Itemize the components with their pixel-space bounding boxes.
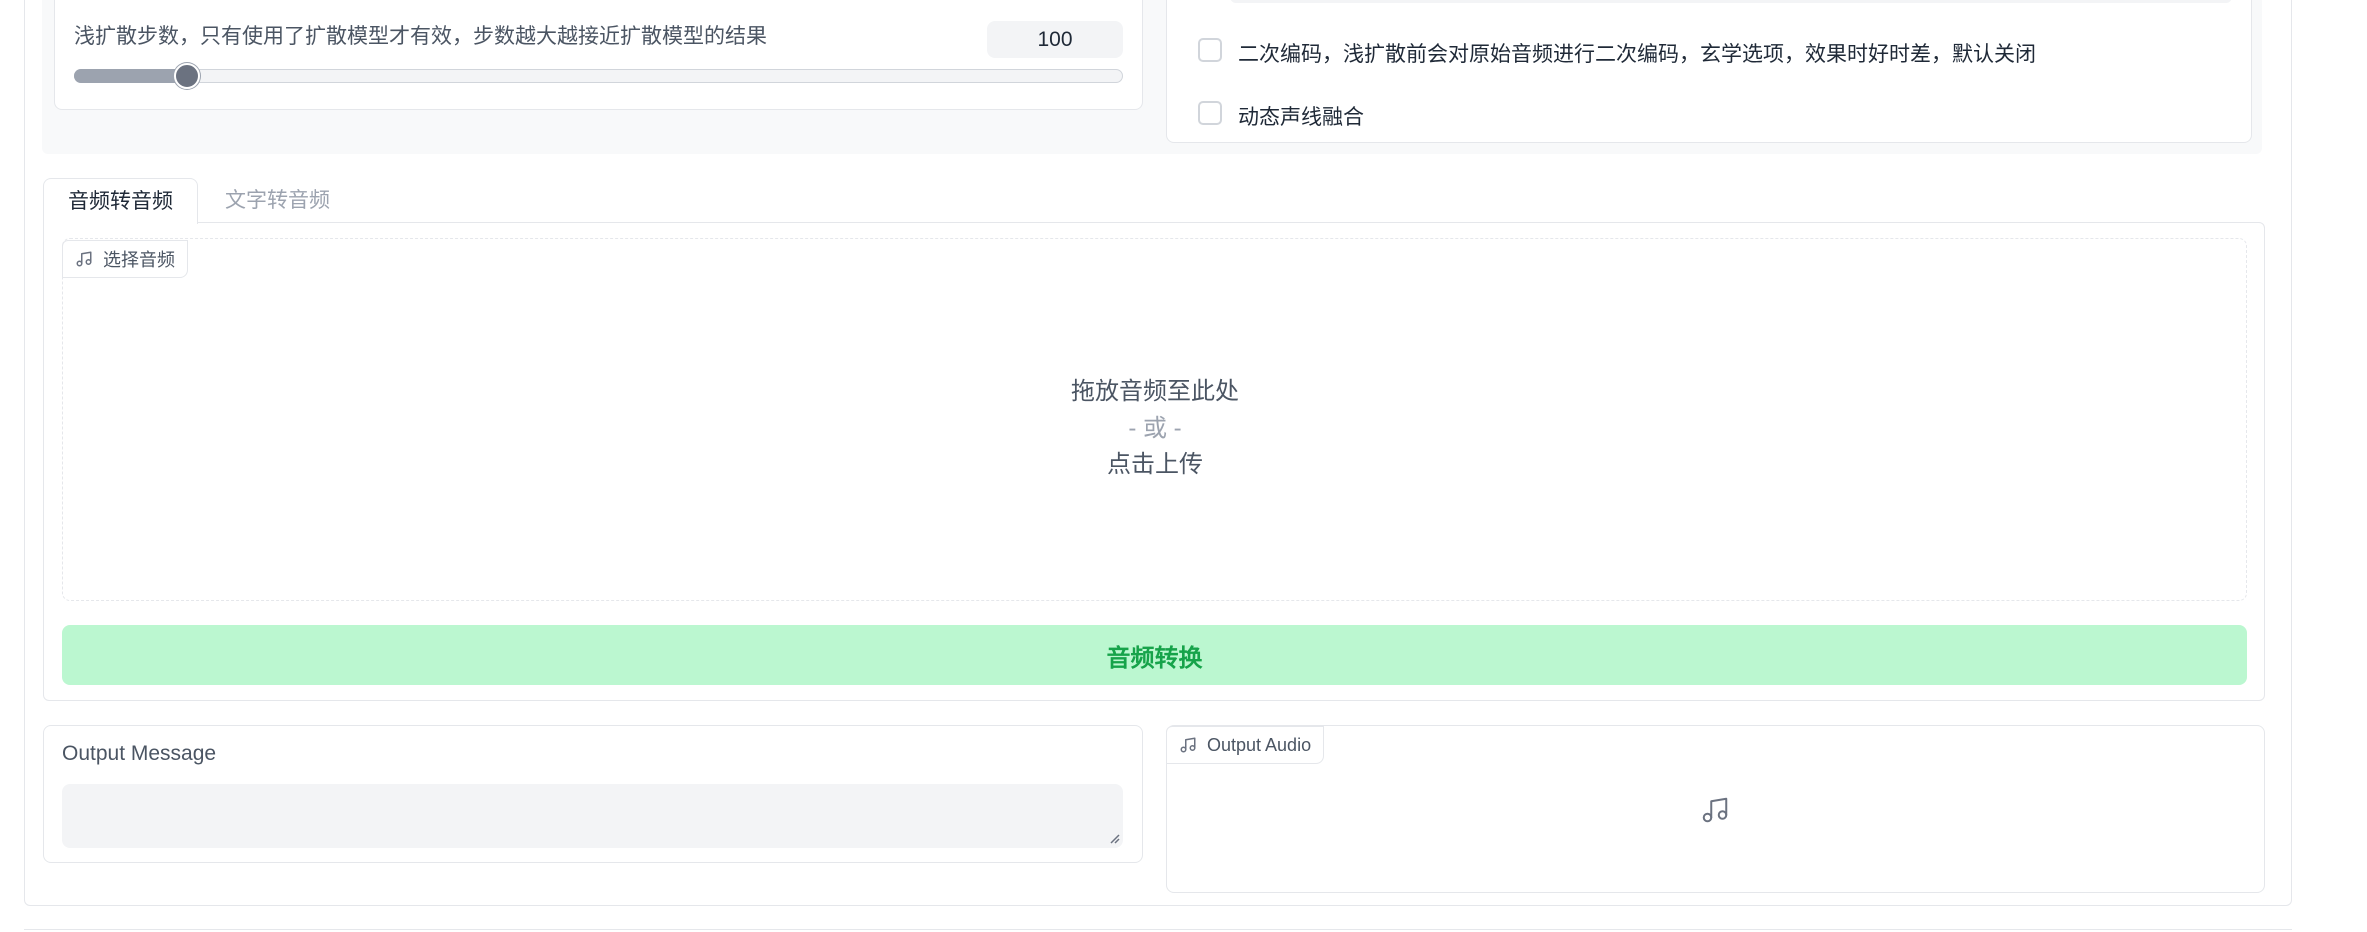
- shallow-steps-number-input[interactable]: [987, 21, 1123, 58]
- tab-text-to-audio[interactable]: 文字转音频: [200, 178, 355, 224]
- select-audio-label: 选择音频: [62, 240, 188, 278]
- output-message-label: Output Message: [62, 742, 217, 765]
- output-message-textarea[interactable]: [62, 784, 1123, 848]
- slider-fill: [74, 69, 188, 83]
- audio-placeholder-music-icon: [1702, 797, 1728, 823]
- secondary-encode-label: 二次编码，浅扩散前会对原始音频进行二次编码，玄学选项，效果时好时差，默认关闭: [1238, 43, 2036, 66]
- tab-audio-to-audio[interactable]: 音频转音频: [43, 178, 198, 224]
- options-input-edge: [1230, 0, 2232, 3]
- output-audio-text: Output Audio: [1207, 734, 1312, 755]
- output-audio-label: Output Audio: [1166, 726, 1325, 764]
- select-audio-text: 选择音频: [103, 250, 175, 270]
- footer-divider: [24, 929, 2292, 930]
- or-separator: - 或 -: [1128, 415, 1182, 442]
- dynamic-voice-fusion-checkbox[interactable]: [1198, 101, 1222, 125]
- shallow-steps-label: 浅扩散步数，只有使用了扩散模型才有效，步数越大越接近扩散模型的结果: [74, 25, 767, 48]
- resize-handle-icon[interactable]: [1108, 832, 1120, 844]
- music-note-icon: [76, 251, 92, 267]
- drop-hint: 拖放音频至此处: [1071, 378, 1239, 405]
- convert-audio-button[interactable]: 音频转换: [62, 625, 2247, 685]
- click-upload-text: 点击上传: [1107, 451, 1203, 478]
- music-note-icon: [1180, 737, 1196, 753]
- shallow-steps-slider[interactable]: [74, 69, 1123, 83]
- dynamic-voice-fusion-label: 动态声线融合: [1238, 106, 1364, 129]
- shallow-steps-card: [54, 0, 1143, 110]
- secondary-encode-checkbox[interactable]: [1198, 38, 1222, 62]
